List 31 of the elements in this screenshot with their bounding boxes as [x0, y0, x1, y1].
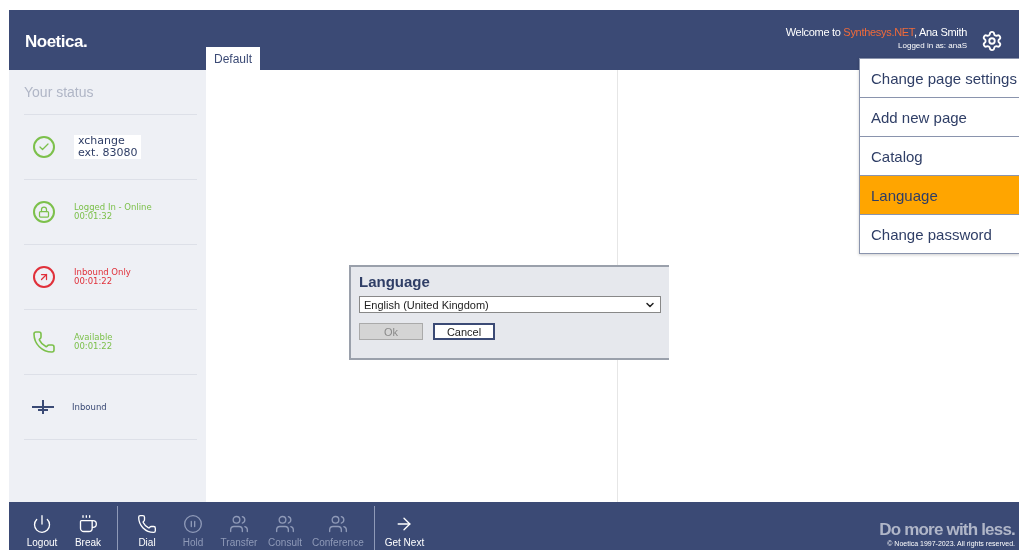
- menu-item[interactable]: Catalog: [860, 137, 1019, 176]
- settings-icon[interactable]: [981, 30, 1003, 52]
- page-tab[interactable]: Default: [206, 47, 261, 70]
- cup-icon: [78, 514, 98, 534]
- phone-icon: [137, 514, 157, 534]
- status-text: Inbound Only 00:01:22: [74, 268, 131, 286]
- dialog-button[interactable]: Cancel: [433, 323, 495, 340]
- menu-item[interactable]: Change password: [860, 215, 1019, 253]
- logo: Noetica.: [24, 31, 89, 53]
- status-text: Logged In - Online 00:01:32: [74, 203, 152, 221]
- status-text: Available 00:01:22: [74, 333, 113, 351]
- power-icon: [32, 514, 52, 534]
- people-icon: [275, 514, 295, 534]
- welcome-text: Welcome to Synthesys.NET, Ana Smith: [785, 26, 967, 38]
- toolbar-button[interactable]: Logout: [19, 506, 65, 550]
- status-text: Inbound: [72, 402, 107, 412]
- language-select[interactable]: English (United Kingdom): [359, 296, 661, 313]
- status-text: xchange ext. 83080: [74, 135, 142, 159]
- toolbar-button[interactable]: Break: [65, 506, 111, 550]
- slogan: Do more with less.: [879, 520, 1015, 540]
- toolbar-button[interactable]: Get Next: [380, 506, 429, 550]
- toolbar-button[interactable]: Dial: [124, 506, 170, 550]
- sidebar-title: Your status: [24, 70, 197, 115]
- pause-icon: [183, 514, 203, 534]
- menu-item[interactable]: Add new page: [860, 98, 1019, 137]
- menu-item[interactable]: Language: [860, 176, 1019, 215]
- people-icon: [229, 514, 249, 534]
- dialog-title: Language: [359, 273, 431, 290]
- menu-item[interactable]: Change page settings: [860, 59, 1019, 98]
- people-icon: [327, 514, 348, 534]
- logged-in-text: Logged in as: anaS: [898, 41, 967, 50]
